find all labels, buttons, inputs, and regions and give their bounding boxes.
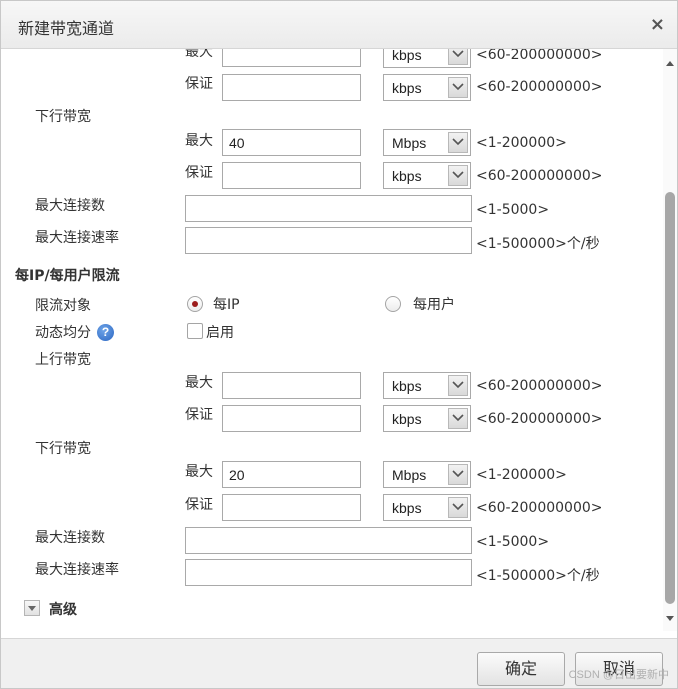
advanced-toggle-icon[interactable]: [24, 600, 40, 616]
max-connections-hint: <1-5000>: [476, 202, 550, 218]
per-ip-down-max-label: 最大: [185, 464, 213, 480]
form-content: 最大 kbps <60-200000000> 保证 kbps <60-20000…: [1, 49, 665, 631]
dialog-titlebar: 新建带宽通道 ×: [1, 1, 677, 49]
max-connection-rate-label: 最大连接速率: [35, 230, 119, 246]
max-connection-rate-hint: <1-500000>个/秒: [476, 236, 600, 252]
downlink-max-hint: <1-200000>: [476, 135, 567, 151]
close-icon[interactable]: ×: [650, 14, 665, 35]
dialog-title: 新建带宽通道: [18, 19, 115, 38]
downlink-max-label: 最大: [185, 133, 213, 149]
downlink-guarantee-label: 保证: [185, 165, 213, 181]
downlink-max-unit-value: Mbps: [392, 135, 427, 151]
downlink-bandwidth-label: 下行带宽: [35, 109, 91, 125]
per-ip-max-connection-rate-input[interactable]: [185, 559, 472, 586]
chevron-down-icon[interactable]: [448, 77, 468, 98]
downlink-max-input[interactable]: [222, 129, 361, 156]
enable-checkbox-label[interactable]: 启用: [206, 322, 234, 342]
ok-button[interactable]: 确定: [477, 652, 565, 686]
per-ip-down-guarantee-unit-value: kbps: [392, 500, 422, 516]
dialog-scroll-area[interactable]: 最大 kbps <60-200000000> 保证 kbps <60-20000…: [1, 49, 665, 631]
top-max-unit-select[interactable]: kbps: [383, 49, 471, 68]
radio-per-user-label[interactable]: 每用户: [413, 294, 455, 314]
top-max-unit-value: kbps: [392, 49, 422, 63]
top-max-label: 最大: [185, 49, 213, 60]
uplink-max-hint: <60-200000000>: [476, 378, 603, 394]
chevron-down-icon[interactable]: [448, 464, 468, 485]
per-ip-down-max-unit-value: Mbps: [392, 467, 427, 483]
per-ip-section-title: 每IP/每用户限流: [15, 268, 120, 284]
scroll-thumb[interactable]: [665, 192, 675, 604]
downlink-guarantee-input[interactable]: [222, 162, 361, 189]
per-ip-max-connections-hint: <1-5000>: [476, 534, 550, 550]
per-ip-max-connections-label: 最大连接数: [35, 530, 105, 546]
uplink-guarantee-unit-value: kbps: [392, 411, 422, 427]
uplink-guarantee-hint: <60-200000000>: [476, 411, 603, 427]
enable-checkbox[interactable]: [187, 323, 203, 339]
uplink-bandwidth-label: 上行带宽: [35, 352, 91, 368]
scroll-up-icon[interactable]: [663, 55, 677, 71]
max-connections-input[interactable]: [185, 195, 472, 222]
dialog-footer: 确定 取消 CSDN @日出要新中: [1, 638, 677, 688]
radio-per-user[interactable]: [385, 296, 401, 312]
per-ip-down-max-hint: <1-200000>: [476, 467, 567, 483]
limit-target-label: 限流对象: [35, 298, 91, 314]
per-ip-down-guarantee-unit-select[interactable]: kbps: [383, 494, 471, 521]
watermark-text: CSDN @日出要新中: [568, 669, 669, 681]
chevron-down-icon[interactable]: [448, 132, 468, 153]
per-ip-down-max-input[interactable]: [222, 461, 361, 488]
per-ip-down-guarantee-input[interactable]: [222, 494, 361, 521]
top-max-input[interactable]: [222, 49, 361, 67]
uplink-guarantee-unit-select[interactable]: kbps: [383, 405, 471, 432]
per-ip-downlink-label: 下行带宽: [35, 441, 91, 457]
vertical-scrollbar[interactable]: [663, 49, 677, 631]
max-connections-label: 最大连接数: [35, 198, 105, 214]
top-guarantee-input[interactable]: [222, 74, 361, 101]
chevron-down-icon[interactable]: [448, 49, 468, 65]
uplink-max-label: 最大: [185, 375, 213, 391]
per-ip-max-connection-rate-hint: <1-500000>个/秒: [476, 568, 600, 584]
help-icon[interactable]: ?: [97, 324, 114, 341]
downlink-guarantee-unit-select[interactable]: kbps: [383, 162, 471, 189]
top-guarantee-hint: <60-200000000>: [476, 79, 603, 95]
uplink-max-unit-select[interactable]: kbps: [383, 372, 471, 399]
per-ip-max-connections-input[interactable]: [185, 527, 472, 554]
chevron-down-icon[interactable]: [448, 408, 468, 429]
radio-per-ip-label[interactable]: 每IP: [213, 294, 240, 314]
advanced-label[interactable]: 高级: [49, 599, 77, 619]
chevron-down-icon[interactable]: [448, 375, 468, 396]
top-guarantee-unit-select[interactable]: kbps: [383, 74, 471, 101]
downlink-guarantee-hint: <60-200000000>: [476, 168, 603, 184]
downlink-guarantee-unit-value: kbps: [392, 168, 422, 184]
uplink-guarantee-input[interactable]: [222, 405, 361, 432]
chevron-down-icon[interactable]: [448, 497, 468, 518]
top-max-hint: <60-200000000>: [476, 49, 603, 63]
uplink-guarantee-label: 保证: [185, 407, 213, 423]
downlink-max-unit-select[interactable]: Mbps: [383, 129, 471, 156]
uplink-max-unit-value: kbps: [392, 378, 422, 394]
uplink-max-input[interactable]: [222, 372, 361, 399]
scroll-down-icon[interactable]: [663, 611, 677, 627]
per-ip-down-guarantee-label: 保证: [185, 497, 213, 513]
top-guarantee-unit-value: kbps: [392, 80, 422, 96]
max-connection-rate-input[interactable]: [185, 227, 472, 254]
dynamic-share-label: 动态均分: [35, 325, 91, 341]
new-bandwidth-channel-dialog: 新建带宽通道 × 最大 kbps <60-200000000> 保证 kbps …: [0, 0, 678, 689]
top-guarantee-label: 保证: [185, 76, 213, 92]
chevron-down-icon[interactable]: [448, 165, 468, 186]
per-ip-down-max-unit-select[interactable]: Mbps: [383, 461, 471, 488]
radio-per-ip[interactable]: [187, 296, 203, 312]
per-ip-max-connection-rate-label: 最大连接速率: [35, 562, 119, 578]
per-ip-down-guarantee-hint: <60-200000000>: [476, 500, 603, 516]
